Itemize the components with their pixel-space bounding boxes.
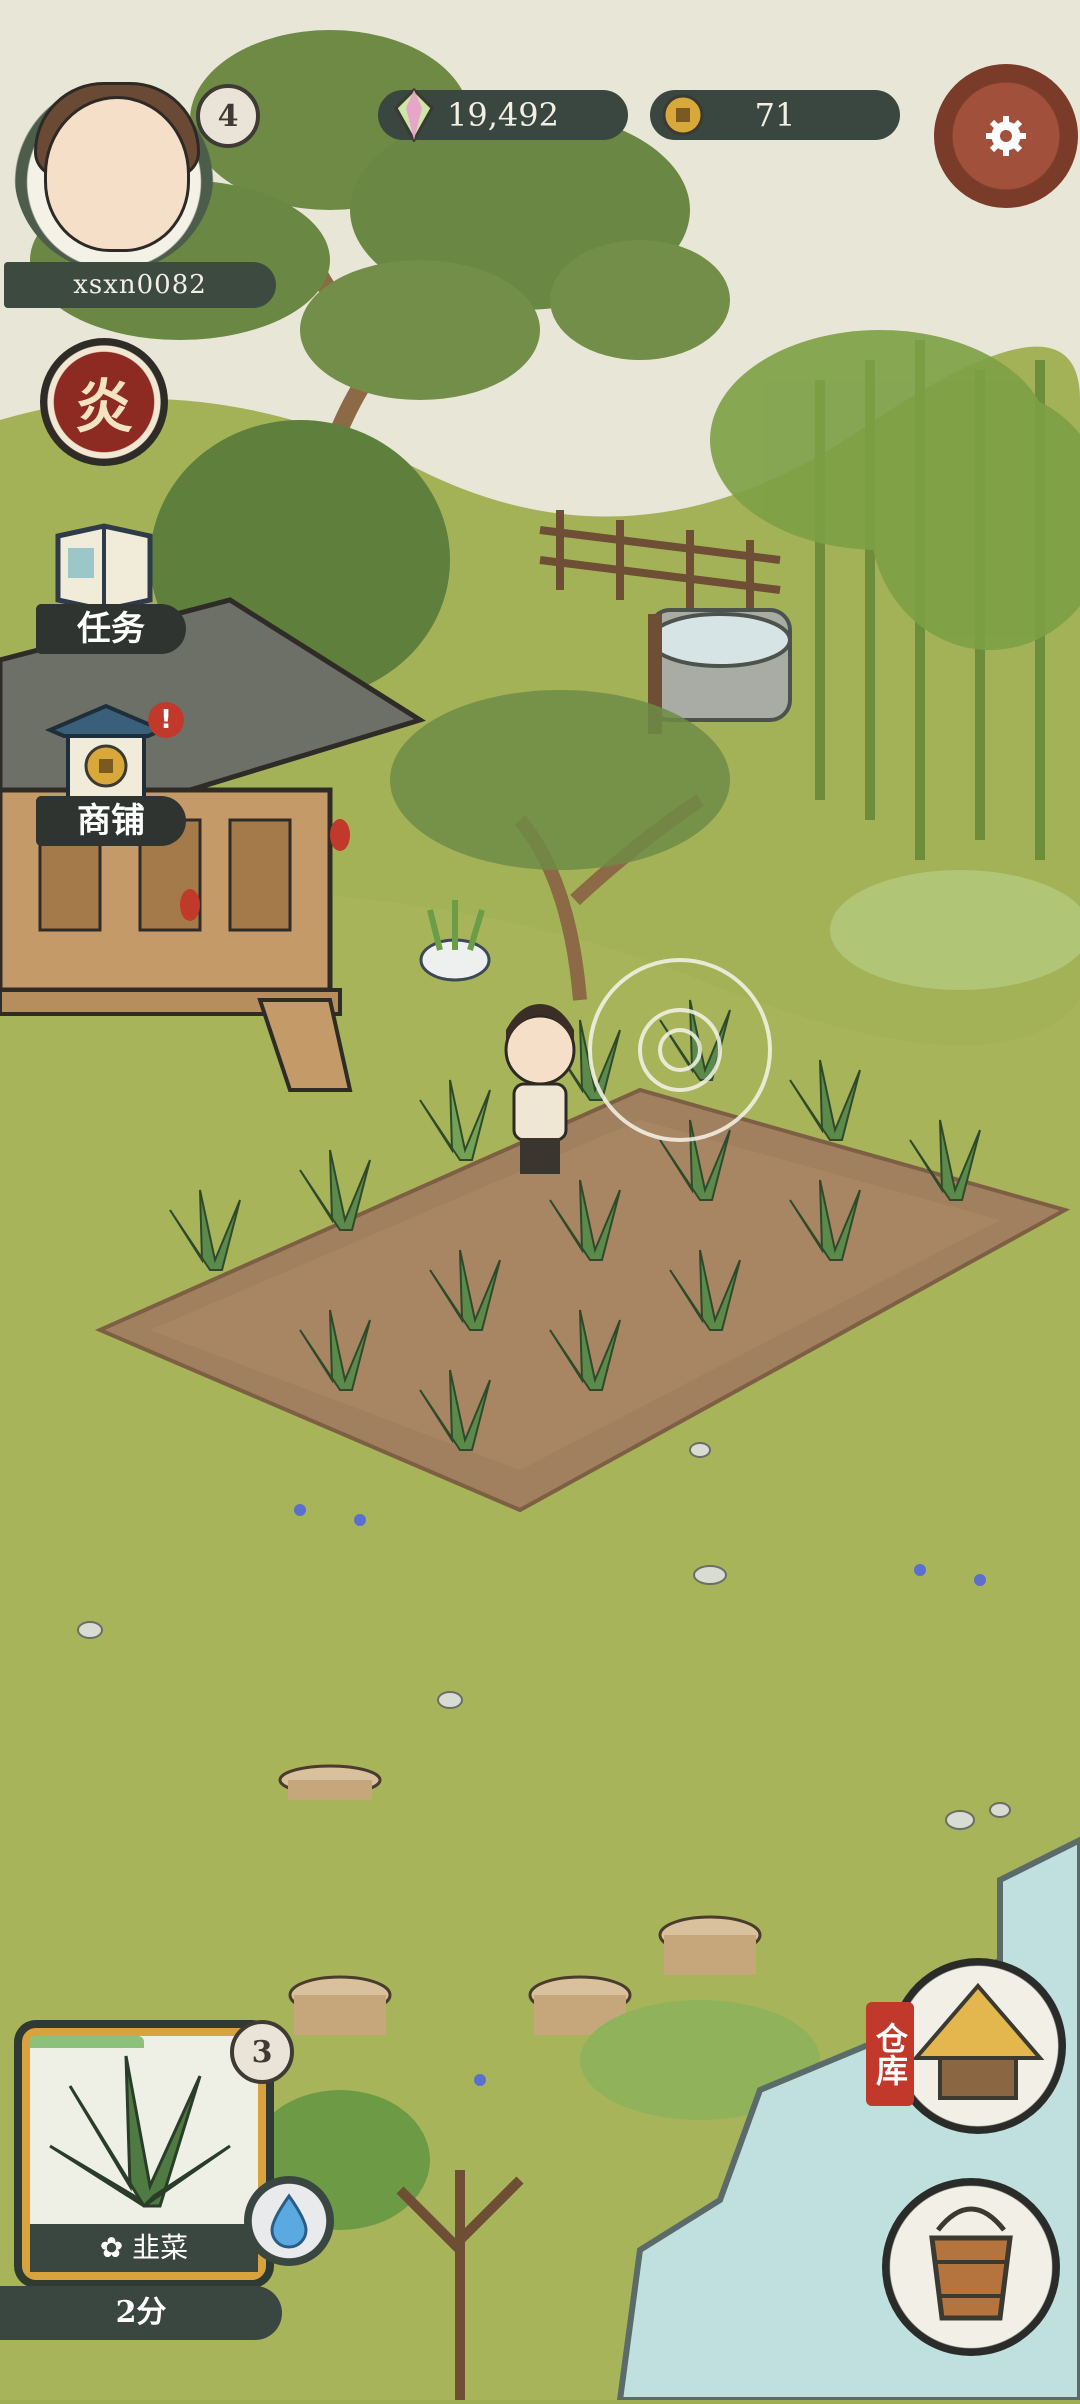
coin-value: 71 — [754, 96, 796, 134]
tree-stump — [658, 1915, 762, 1975]
settings-button[interactable] — [934, 64, 1078, 208]
tasks-label: 任务 — [36, 604, 186, 654]
wooden-bucket-icon — [929, 2206, 1013, 2321]
warehouse-label: 仓库 — [866, 2002, 914, 2106]
copper-coin-icon — [662, 94, 704, 136]
water-drop-icon — [270, 2193, 308, 2249]
crop-seed-card[interactable]: ✿ 韭菜 — [22, 2028, 266, 2280]
warehouse-button[interactable] — [890, 1958, 1066, 2134]
player-level-badge: 4 — [196, 84, 260, 148]
tree-stump — [288, 1975, 392, 2035]
growth-time-remaining: 2分 — [0, 2286, 282, 2340]
crystal-gem-icon — [394, 88, 434, 142]
scroll-book-icon — [55, 523, 153, 613]
straw-hut-icon — [911, 1982, 1045, 2100]
flower-icon: ✿ — [99, 2231, 133, 2264]
gem-value: 19,492 — [447, 96, 559, 134]
gear-icon — [986, 116, 1026, 156]
water-button[interactable] — [244, 2176, 334, 2266]
seed-count-badge: 3 — [230, 2020, 294, 2084]
shop-alert-badge: ! — [148, 702, 184, 738]
chive-plant-icon — [49, 2055, 231, 2208]
shop-label: 商铺 — [36, 796, 186, 846]
player-name: xsxn0082 — [4, 262, 276, 308]
crop-name: 韭菜 — [132, 2231, 189, 2264]
bucket-button[interactable] — [882, 2178, 1060, 2356]
tree-stump — [278, 1764, 382, 1800]
fire-event-button[interactable]: 炎 — [40, 338, 168, 466]
crop-name-label: ✿ 韭菜 — [30, 2224, 258, 2272]
